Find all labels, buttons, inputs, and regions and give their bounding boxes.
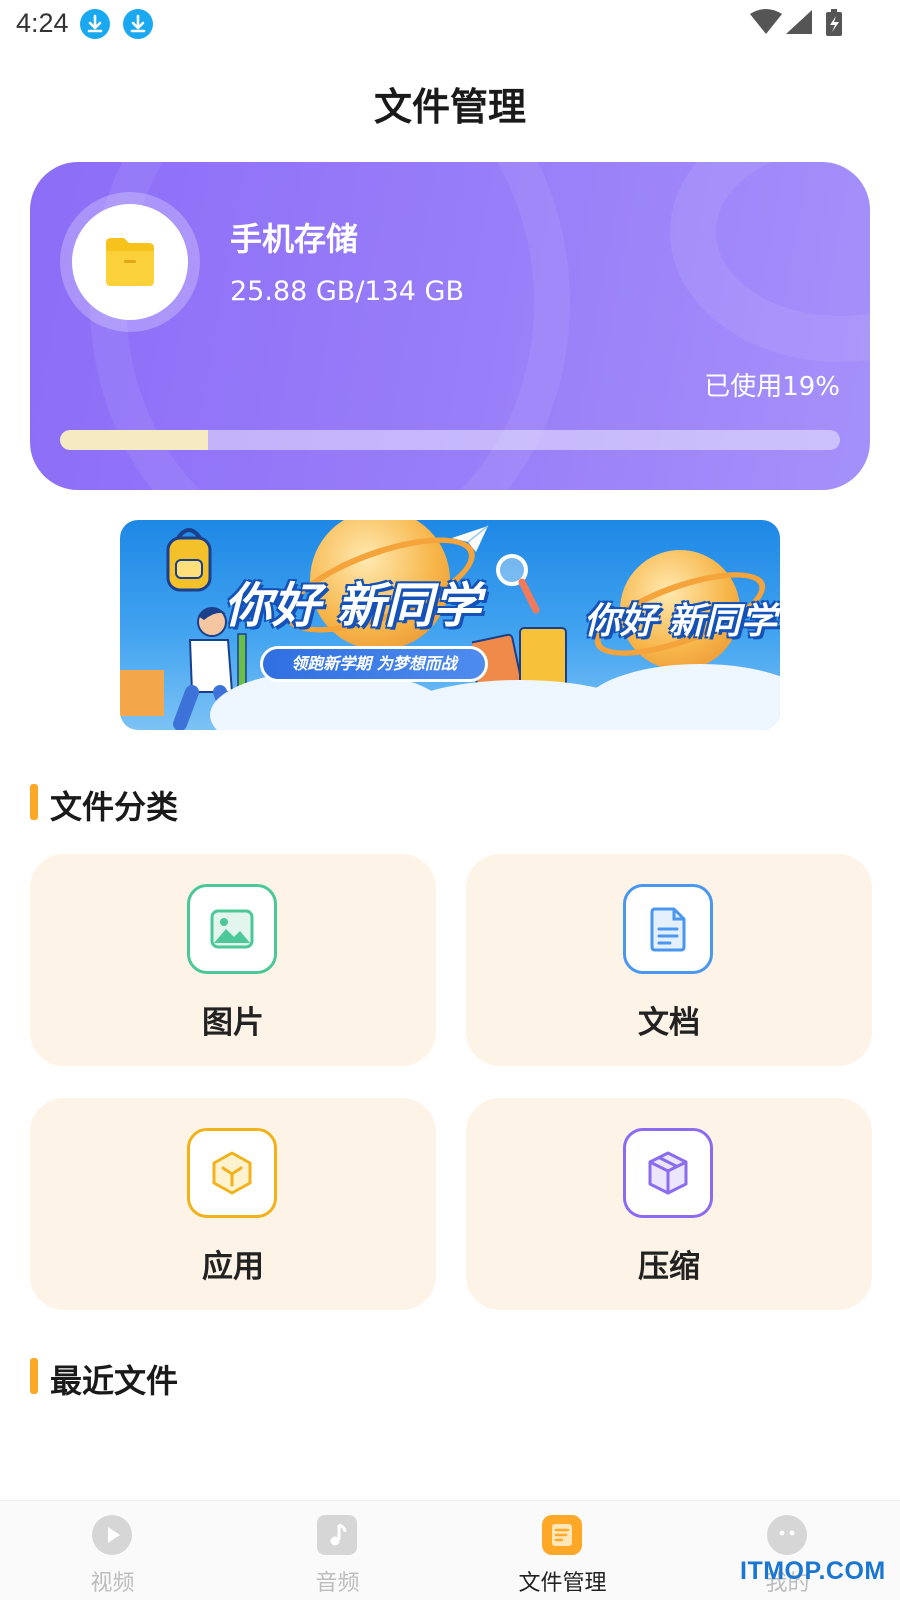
banner-title: 你好 新同学	[224, 578, 481, 634]
backpack-icon	[166, 528, 212, 592]
play-icon	[92, 1515, 132, 1555]
page-title: 文件管理	[373, 85, 526, 129]
folder-icon	[106, 238, 154, 286]
nav-item-audio[interactable]: 音频	[225, 1501, 450, 1600]
system-status-icons	[750, 8, 870, 40]
decorative-ring	[670, 162, 870, 362]
category-label: 文档	[638, 1005, 700, 1041]
storage-name: 手机存储	[230, 220, 359, 258]
storage-icon-ring	[60, 192, 200, 332]
wifi-icon	[750, 9, 782, 34]
category-label: 应用	[202, 1249, 264, 1285]
download-icon	[123, 9, 153, 39]
image-icon	[187, 884, 277, 974]
storage-used-percent: 已使用19%	[704, 372, 840, 402]
status-time: 4:24	[16, 8, 69, 38]
download-icon	[80, 9, 110, 39]
promo-banner[interactable]: 你好 新同学 领跑新学期 为梦想而战 你好 新同学	[120, 520, 780, 730]
file-manager-icon	[542, 1515, 582, 1555]
music-note-icon	[317, 1515, 357, 1555]
watermark: ITMOP.COM	[740, 1557, 886, 1585]
storage-card[interactable]: 手机存储 25.88 GB/134 GB 已使用19%	[30, 162, 870, 490]
app-cube-icon	[187, 1128, 277, 1218]
storage-progress-bar	[60, 430, 840, 450]
category-label: 图片	[202, 1005, 264, 1041]
category-archives[interactable]: 压缩	[466, 1098, 872, 1310]
profile-icon	[767, 1515, 807, 1555]
cell-signal-icon	[786, 10, 812, 34]
nav-item-file-manager[interactable]: 文件管理	[450, 1501, 675, 1600]
paper-plane-icon	[452, 525, 489, 552]
document-icon	[623, 884, 713, 974]
category-images[interactable]: 图片	[30, 854, 436, 1066]
package-icon	[623, 1128, 713, 1218]
magnifier-icon	[496, 554, 540, 614]
category-documents[interactable]: 文档	[466, 854, 872, 1066]
storage-progress-fill	[60, 430, 209, 450]
banner-subtitle: 领跑新学期 为梦想而战	[260, 646, 488, 682]
nav-item-video[interactable]: 视频	[0, 1501, 225, 1600]
banner-title-secondary: 你好 新同学	[584, 601, 777, 642]
category-apps[interactable]: 应用	[30, 1098, 436, 1310]
battery-icon	[826, 9, 842, 36]
storage-size: 25.88 GB/134 GB	[230, 276, 464, 307]
category-label: 压缩	[638, 1249, 700, 1285]
status-bar: 4:24	[0, 0, 900, 48]
